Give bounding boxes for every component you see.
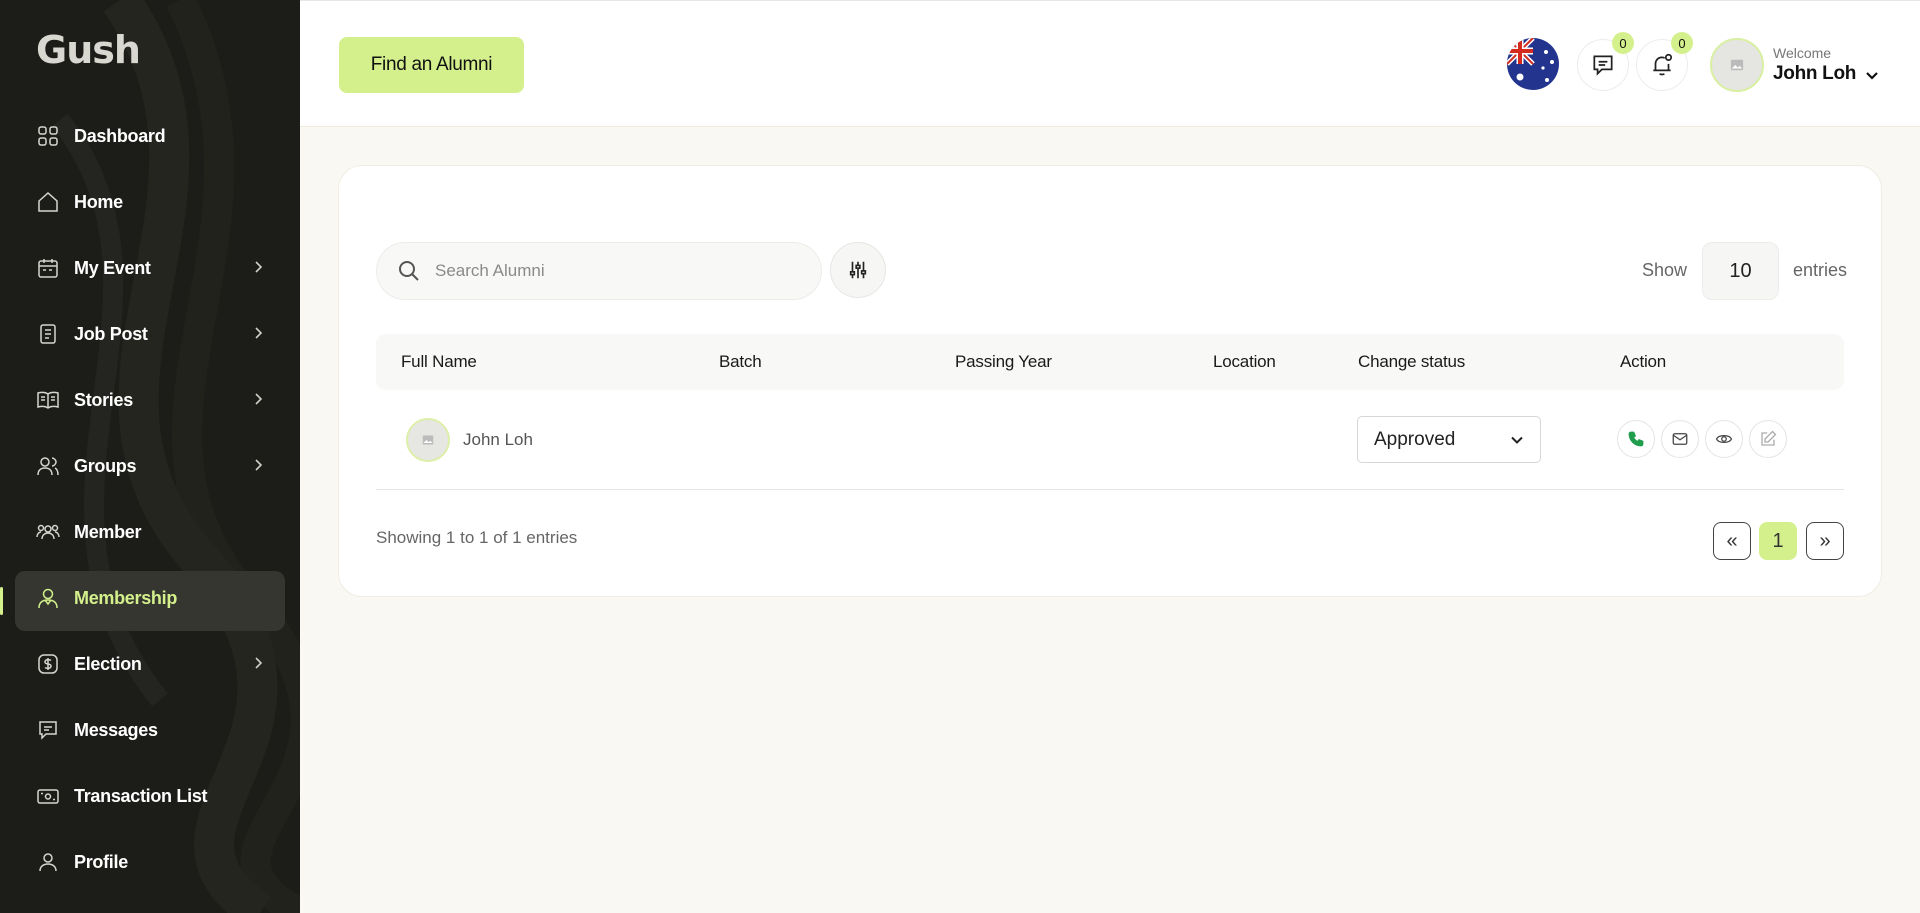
avatar	[406, 418, 450, 462]
user-name[interactable]: John Loh	[1773, 63, 1856, 85]
home-icon	[36, 190, 60, 214]
call-button[interactable]	[1617, 420, 1655, 458]
entries-per-page-select[interactable]: 10	[1702, 242, 1779, 300]
eye-icon	[1715, 430, 1733, 448]
sidebar-item-dashboard[interactable]: Dashboard	[0, 103, 300, 169]
chat-icon	[1590, 52, 1616, 78]
australia-flag-icon[interactable]	[1507, 38, 1559, 90]
sidebar-nav: Dashboard Home My Event Job Post Stories…	[0, 103, 300, 895]
messages-button[interactable]: 0	[1577, 32, 1634, 91]
filter-button[interactable]	[830, 242, 886, 298]
book-icon	[36, 388, 60, 412]
calendar-icon	[36, 256, 60, 280]
status-select[interactable]: Approved	[1357, 416, 1541, 463]
column-header-full-name: Full Name	[401, 352, 477, 371]
search-icon	[397, 259, 421, 283]
chevron-down-icon[interactable]	[1863, 67, 1881, 85]
column-header-location: Location	[1213, 352, 1276, 371]
members-icon	[36, 520, 60, 544]
active-indicator	[0, 587, 3, 615]
money-icon	[36, 784, 60, 808]
notifications-button[interactable]: 0	[1636, 32, 1693, 91]
sidebar-item-label: Dashboard	[74, 125, 166, 146]
sidebar-item-label: Job Post	[74, 323, 148, 344]
image-placeholder-icon	[1730, 59, 1744, 71]
brand-logo[interactable]: Gush	[36, 28, 141, 72]
chevron-right-icon	[250, 391, 266, 407]
sidebar-item-membership[interactable]: Membership	[0, 565, 300, 631]
chevron-right-icon	[250, 325, 266, 341]
table-header: Full Name Batch Passing Year Location Ch…	[376, 334, 1844, 390]
sidebar-item-member[interactable]: Member	[0, 499, 300, 565]
sidebar-item-my-event[interactable]: My Event	[0, 235, 300, 301]
phone-icon	[1627, 430, 1645, 448]
column-header-passing-year: Passing Year	[955, 352, 1052, 371]
bell-icon	[1649, 52, 1675, 78]
sidebar-item-groups[interactable]: Groups	[0, 433, 300, 499]
sidebar: Gush Dashboard Home My Event Job Post St…	[0, 0, 300, 913]
messages-count-badge: 0	[1612, 32, 1634, 54]
pagination-previous-button[interactable]: «	[1713, 522, 1751, 560]
column-header-change-status: Change status	[1358, 352, 1466, 371]
alumni-table-card: Show 10 entries Full Name Batch Passing …	[338, 165, 1882, 597]
user-icon	[36, 850, 60, 874]
avatar[interactable]	[1710, 38, 1764, 92]
show-label: Show	[1642, 260, 1688, 280]
chevron-down-icon	[1508, 431, 1526, 449]
search-box[interactable]	[376, 242, 822, 300]
showing-entries-text: Showing 1 to 1 of 1 entries	[376, 528, 578, 547]
sidebar-item-profile[interactable]: Profile	[0, 829, 300, 895]
mail-icon	[1671, 430, 1689, 448]
search-input[interactable]	[435, 261, 795, 281]
message-icon	[36, 718, 60, 742]
column-header-action: Action	[1620, 352, 1667, 371]
top-header: Find an Alumni 0 0 Welcome John Loh	[300, 0, 1920, 127]
sidebar-item-label: Groups	[74, 455, 137, 476]
find-alumni-button[interactable]: Find an Alumni	[339, 37, 524, 93]
membership-icon	[36, 586, 60, 610]
image-placeholder-icon	[422, 435, 434, 445]
sidebar-item-label: Profile	[74, 851, 128, 872]
table-row: John Loh Approved	[376, 390, 1844, 490]
sidebar-item-label: Transaction List	[74, 785, 208, 806]
edit-button[interactable]	[1749, 420, 1787, 458]
status-value: Approved	[1374, 428, 1456, 450]
sidebar-item-job-post[interactable]: Job Post	[0, 301, 300, 367]
sidebar-item-home[interactable]: Home	[0, 169, 300, 235]
dollar-icon	[36, 652, 60, 676]
sidebar-item-label: Election	[74, 653, 142, 674]
pagination-next-button[interactable]: »	[1806, 522, 1844, 560]
pagination-page-1[interactable]: 1	[1759, 522, 1797, 560]
view-button[interactable]	[1705, 420, 1743, 458]
chevron-right-icon	[250, 259, 266, 275]
email-button[interactable]	[1661, 420, 1699, 458]
sidebar-item-messages[interactable]: Messages	[0, 697, 300, 763]
chevron-right-icon	[250, 457, 266, 473]
entries-label: entries	[1793, 260, 1848, 280]
edit-icon	[1759, 430, 1777, 448]
welcome-text: Welcome	[1773, 45, 1832, 61]
column-header-batch: Batch	[719, 352, 762, 371]
chevron-right-icon	[250, 655, 266, 671]
document-icon	[36, 322, 60, 346]
sidebar-item-label: My Event	[74, 257, 151, 278]
sidebar-item-label: Member	[74, 521, 142, 542]
sidebar-item-election[interactable]: Election	[0, 631, 300, 697]
sidebar-item-label: Membership	[74, 587, 178, 608]
dashboard-grid-icon	[36, 124, 60, 148]
sidebar-item-label: Home	[74, 191, 123, 212]
sidebar-item-stories[interactable]: Stories	[0, 367, 300, 433]
notifications-count-badge: 0	[1671, 32, 1693, 54]
sidebar-item-label: Messages	[74, 719, 158, 740]
sliders-icon	[847, 259, 869, 281]
sidebar-item-label: Stories	[74, 389, 133, 410]
users-icon	[36, 454, 60, 478]
sidebar-item-transaction-list[interactable]: Transaction List	[0, 763, 300, 829]
row-full-name[interactable]: John Loh	[463, 430, 533, 450]
